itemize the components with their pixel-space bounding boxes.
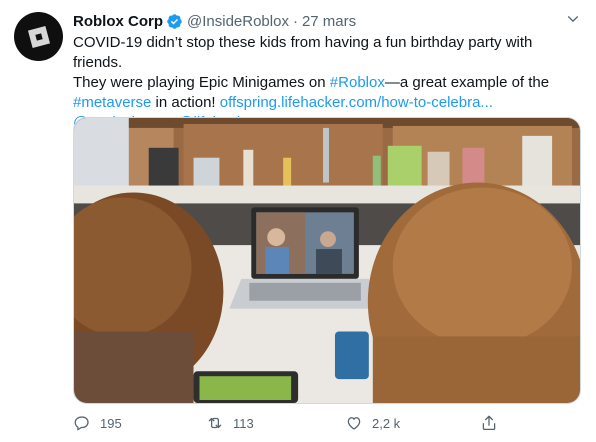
tweet-text-segment: They were playing Epic Minigames on — [73, 74, 330, 91]
tweet-photo[interactable] — [73, 117, 581, 404]
reply-count: 195 — [100, 415, 122, 431]
hashtag-roblox-link[interactable]: #Roblox — [330, 74, 385, 91]
tweet-text-segment: —a great example of the — [384, 74, 550, 91]
author-display-name[interactable]: Roblox Corp — [73, 13, 163, 30]
article-url-link[interactable]: offspring.lifehacker.com/how-to-celebra.… — [220, 94, 493, 111]
header-separator: · — [292, 12, 298, 30]
heart-icon — [347, 417, 361, 430]
like-button[interactable]: 2,2 k — [345, 410, 400, 436]
avatar[interactable] — [14, 12, 63, 61]
reply-icon — [74, 416, 89, 431]
retweet-button[interactable]: 113 — [206, 410, 254, 436]
tweet-text-line: COVID-19 didn’t stop these kids from hav… — [73, 33, 583, 73]
more-options-chevron-down-icon[interactable] — [565, 11, 581, 27]
tweet-text-segment: in action! — [151, 94, 220, 111]
retweet-count: 113 — [233, 415, 254, 431]
roblox-logo-icon — [27, 25, 50, 48]
tweet-text-line: #metaverse in action! offspring.lifehack… — [73, 93, 583, 113]
share-button[interactable] — [480, 410, 498, 436]
reply-button[interactable]: 195 — [73, 410, 122, 436]
hashtag-metaverse-link[interactable]: #metaverse — [73, 94, 151, 111]
tweet-text-segment: COVID-19 didn’t stop these kids from hav… — [73, 34, 533, 71]
share-icon — [482, 415, 496, 431]
retweet-icon — [208, 417, 222, 429]
author-handle[interactable]: @InsideRoblox — [187, 13, 289, 30]
tweet-header: Roblox Corp @InsideRoblox · 27 mars — [73, 11, 356, 31]
tweet[interactable]: Roblox Corp @InsideRoblox · 27 mars COVI… — [0, 0, 596, 442]
verified-badge-icon — [166, 13, 183, 30]
tweet-text-line: They were playing Epic Minigames on #Rob… — [73, 73, 583, 93]
tweet-timestamp[interactable]: 27 mars — [302, 13, 356, 30]
tweet-actions: 195 113 2,2 k — [73, 410, 503, 436]
like-count: 2,2 k — [372, 415, 401, 431]
photo-kids-video-call-icon — [74, 118, 580, 403]
